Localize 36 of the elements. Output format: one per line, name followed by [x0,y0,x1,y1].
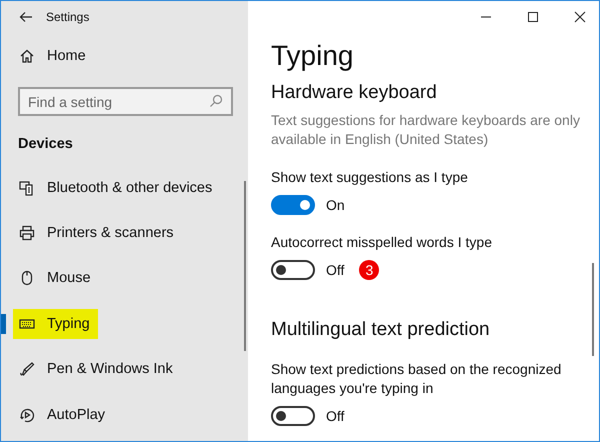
search-field[interactable]: Find a setting [18,87,233,116]
toggle-state: On [326,197,345,213]
scrollbar[interactable] [244,181,246,351]
toggle-state: Off [326,262,344,278]
sidebar-item[interactable]: AutoPlay [47,406,106,423]
sidebar-item[interactable]: Mouse [47,270,91,286]
section-heading: Hardware keyboard [271,81,438,105]
toggle-switch[interactable] [271,195,315,215]
window-title: Settings [46,10,90,24]
sidebar-item[interactable]: Pen & Windows Ink [47,361,173,378]
printer-icon [19,225,35,242]
autoplay-icon [19,406,35,423]
sidebar-item[interactable]: Typing [47,316,90,332]
toggle-switch[interactable] [271,260,315,280]
sidebar-item[interactable]: Printers & scanners [47,225,174,242]
section-heading: Devices [18,135,74,154]
description-text: Text suggestions for hardware keyboards are only available in English (United States) [271,111,581,149]
toggle-switch[interactable] [271,406,315,426]
search-icon[interactable] [209,94,223,108]
maximize-icon[interactable] [527,11,539,23]
setting-label: Show text predictions based on the recognized languages you're typing in [271,360,562,398]
toggle-state: Off [326,408,344,424]
page-title: Typing [271,39,354,73]
setting-label: Show text suggestions as I type [271,168,469,187]
pen-icon [19,361,35,378]
mouse-icon [19,270,35,286]
devices-icon [19,180,35,196]
back-arrow-icon[interactable] [19,11,33,23]
section-heading: Multilingual text prediction [271,318,491,342]
home-link[interactable]: Home [47,48,86,64]
close-icon[interactable] [574,11,586,23]
sidebar-item[interactable]: Bluetooth & other devices [47,180,212,196]
step-badge: 3 [359,260,380,280]
home-icon[interactable] [19,48,35,64]
scrollbar[interactable] [592,263,594,356]
setting-label: Autocorrect misspelled words I type [271,233,493,252]
